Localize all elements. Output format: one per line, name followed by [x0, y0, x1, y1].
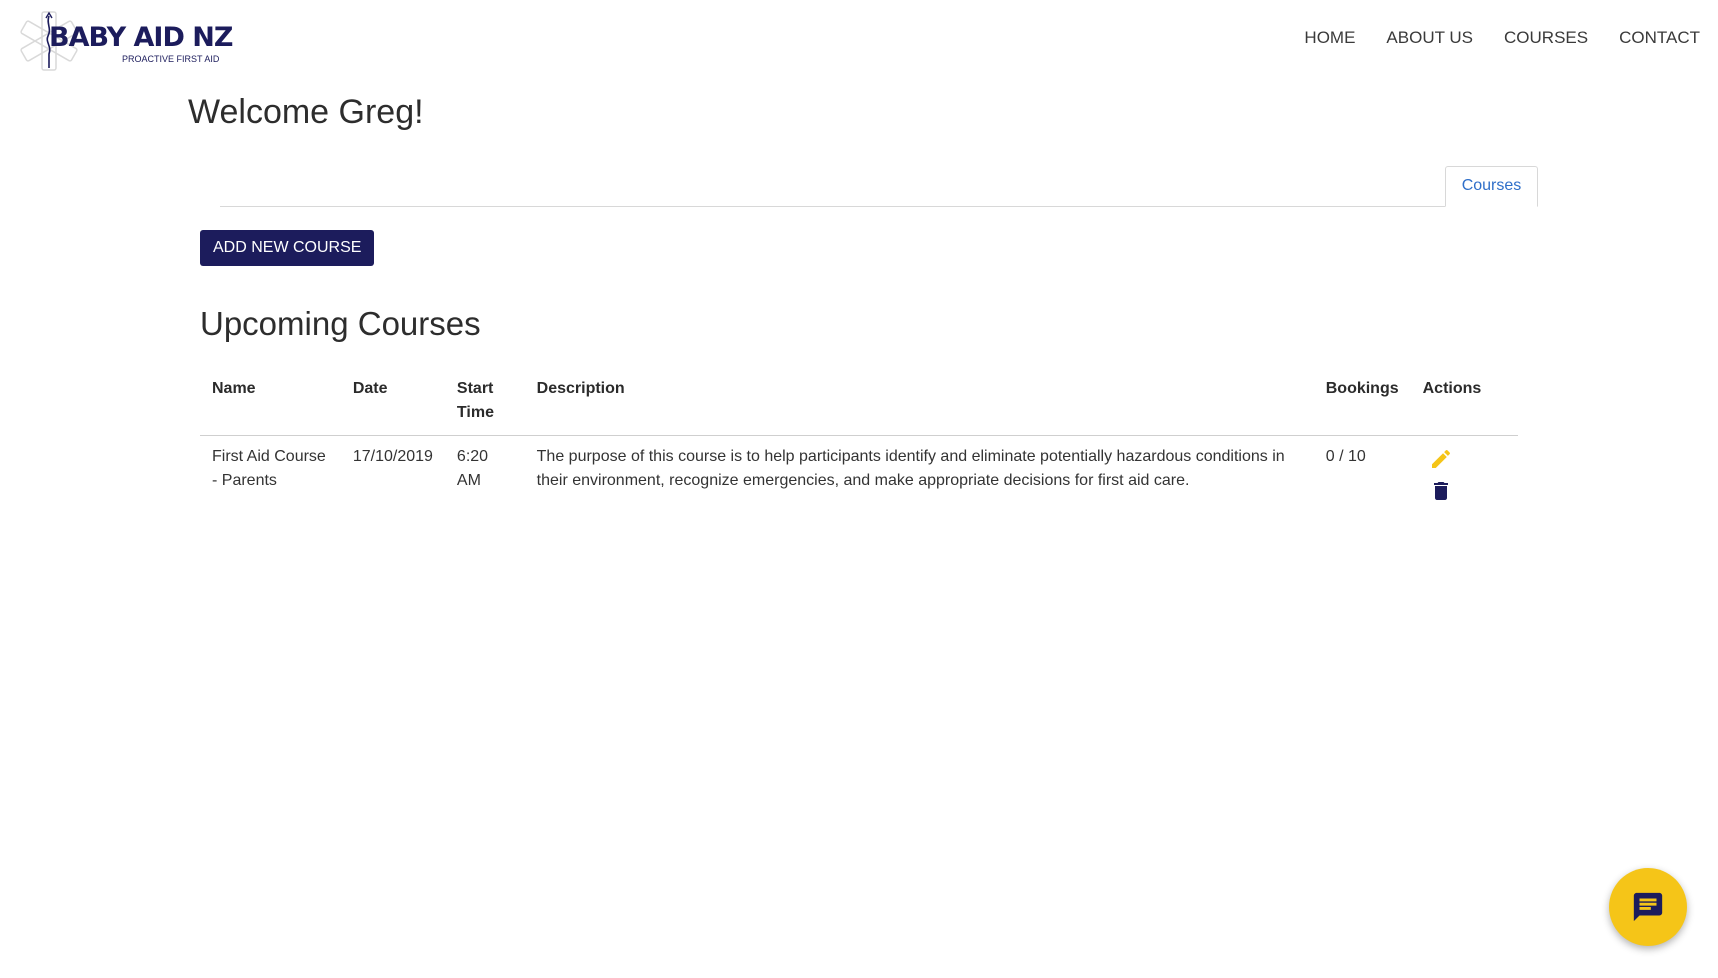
- chat-icon: [1633, 892, 1663, 922]
- header-description: Description: [524, 370, 1314, 436]
- nav-contact[interactable]: CONTACT: [1619, 28, 1700, 48]
- brand-tagline: PROACTIVE FIRST AID: [122, 54, 220, 64]
- upcoming-courses-title: Upcoming Courses: [200, 305, 481, 342]
- action-icons: [1423, 445, 1506, 511]
- cell-bookings: 0 / 10: [1325, 448, 1366, 465]
- header-bookings: Bookings: [1313, 370, 1411, 436]
- nav-home[interactable]: HOME: [1304, 28, 1355, 48]
- edit-icon[interactable]: [1429, 447, 1453, 471]
- tab-courses[interactable]: Courses: [1445, 166, 1538, 207]
- nav-about-us[interactable]: ABOUT US: [1386, 28, 1473, 48]
- nav-courses[interactable]: COURSES: [1504, 28, 1588, 48]
- trash-icon[interactable]: [1429, 479, 1453, 503]
- welcome-heading: Welcome Greg!: [188, 93, 424, 131]
- add-new-course-button[interactable]: ADD NEW COURSE: [200, 230, 375, 266]
- courses-table: Name Date Start Time Description Booking…: [200, 370, 1518, 519]
- header-date: Date: [340, 370, 445, 436]
- table-row: First Aid Course - Parents 17/10/2019 6:…: [200, 436, 1518, 520]
- header-actions: Actions: [1410, 370, 1518, 436]
- cell-description: The purpose of this course is to help pa…: [536, 448, 1285, 489]
- table-body: First Aid Course - Parents 17/10/2019 6:…: [200, 436, 1518, 520]
- cell-start-time: 6:20 AM: [456, 448, 489, 489]
- cell-actions: [1411, 436, 1518, 520]
- header-row: Name Date Start Time Description Booking…: [200, 370, 1518, 436]
- main-nav: HOME ABOUT US COURSES CONTACT: [1273, 28, 1700, 48]
- cell-name: First Aid Course - Parents: [212, 448, 326, 489]
- header-start-time: Start Time: [444, 370, 525, 436]
- site-header: BABY AID NZ PROACTIVE FIRST AID HOME ABO…: [0, 0, 1718, 80]
- logo[interactable]: BABY AID NZ PROACTIVE FIRST AID: [18, 10, 233, 72]
- tab-strip: Courses: [220, 164, 1538, 207]
- table-header: Name Date Start Time Description Booking…: [200, 370, 1518, 436]
- delete-icon: [1433, 482, 1448, 500]
- pencil-icon: [1431, 449, 1450, 468]
- brand-name: BABY AID NZ: [49, 22, 233, 53]
- chat-widget-button[interactable]: [1609, 868, 1687, 946]
- header-name: Name: [200, 370, 341, 436]
- cell-date: 17/10/2019: [352, 448, 433, 465]
